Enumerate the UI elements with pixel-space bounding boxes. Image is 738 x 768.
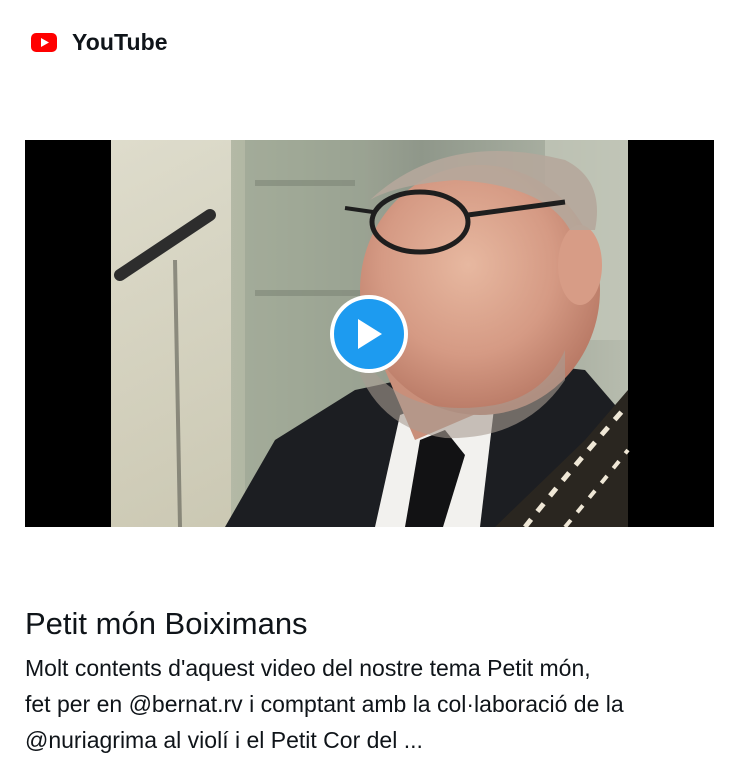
play-icon: [358, 319, 382, 349]
card-description: Molt contents d'aquest video del nostre …: [25, 650, 725, 758]
video-thumbnail[interactable]: [25, 140, 714, 527]
card-source: YouTube: [31, 26, 168, 58]
play-button[interactable]: [330, 295, 408, 373]
youtube-logo-icon: [31, 32, 57, 52]
source-name: YouTube: [72, 28, 168, 55]
description-line: fet per en @bernat.rv i comptant amb la …: [25, 691, 624, 717]
description-line: @nuriagrima al violí i el Petit Cor del …: [25, 727, 423, 753]
description-line: Molt contents d'aquest video del nostre …: [25, 655, 591, 681]
card-title[interactable]: Petit món Boiximans: [25, 604, 308, 644]
link-card[interactable]: YouTube Petit món Boiximans Molt content…: [0, 0, 738, 768]
